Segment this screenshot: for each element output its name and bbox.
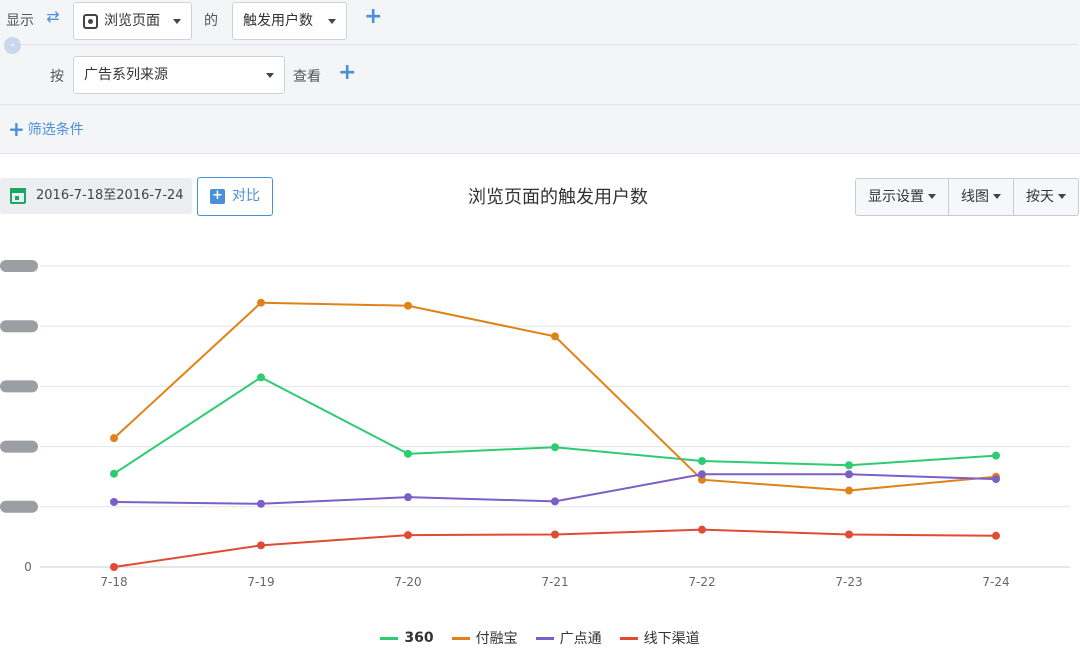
data-point (551, 530, 559, 539)
view-label: 查看 (293, 69, 321, 85)
data-point (992, 475, 1000, 484)
chevron-down-icon (173, 19, 181, 24)
chevron-down-icon (1058, 194, 1066, 199)
data-point (551, 443, 559, 452)
add-metric-icon[interactable]: + (364, 6, 382, 28)
chevron-down-icon (266, 73, 274, 78)
x-tick-label: 7-20 (394, 575, 421, 589)
data-point (257, 541, 265, 550)
data-point (257, 298, 265, 307)
y-tick-label-redacted (0, 260, 38, 272)
legend-item[interactable]: 360 (380, 628, 434, 648)
line-chart: 0 7-18 7-19 7-20 7-21 7-22 7-23 7-24 (0, 260, 1070, 589)
data-point (845, 486, 853, 495)
data-point (110, 497, 118, 506)
add-group-icon[interactable]: + (338, 62, 356, 84)
chevron-down-icon (993, 194, 1001, 199)
divider (0, 104, 1080, 105)
chart-type-label: 线图 (961, 189, 989, 205)
y-tick-label-redacted (0, 500, 38, 513)
show-label: 显示 (6, 13, 34, 29)
chevron-down-icon (928, 194, 936, 199)
swap-icon[interactable]: ⇄ (44, 8, 62, 26)
x-tick-label: 7-23 (835, 575, 862, 589)
interval-label: 按天 (1026, 189, 1054, 205)
y-tick-label-redacted (0, 440, 38, 453)
data-point (698, 470, 706, 479)
x-tick-label: 7-18 (100, 575, 127, 589)
data-point (845, 530, 853, 539)
data-point (551, 497, 559, 506)
add-filter-label: 筛选条件 (27, 122, 84, 138)
legend-swatch (380, 636, 399, 640)
interval-button[interactable]: 按天 (1014, 179, 1078, 215)
add-filter-button[interactable]: + 筛选条件 (8, 117, 84, 141)
legend-label: 广点通 (559, 631, 602, 647)
metric-dropdown-value: 触发用户数 (243, 13, 313, 29)
legend-item[interactable]: 线下渠道 (619, 628, 700, 648)
data-point (992, 531, 1000, 540)
legend-swatch (535, 636, 554, 640)
data-point (698, 457, 706, 466)
plus-icon: + (8, 117, 25, 141)
data-point (257, 499, 265, 508)
legend-item[interactable]: 广点通 (535, 628, 602, 648)
query-panel: 显示 ⇄ 浏览页面 的 触发用户数 + - 按 广告系列来源 查看 + + 筛选条… (0, 0, 1080, 154)
chevron-down-icon (328, 19, 336, 24)
series-line (113, 301, 997, 492)
of-label: 的 (204, 13, 218, 29)
legend-label: 付融宝 (475, 631, 518, 647)
legend-item[interactable]: 付融宝 (451, 628, 518, 648)
event-dropdown-value: 浏览页面 (104, 13, 160, 29)
y-tick-label-redacted (0, 380, 38, 393)
x-tick-label: 7-24 (982, 575, 1009, 589)
legend-label: 线下渠道 (643, 631, 700, 647)
data-point (404, 531, 412, 540)
chart-legend: 360 付融宝 广点通 线下渠道 (0, 628, 1080, 648)
remove-metric-icon[interactable]: - (4, 37, 21, 54)
chart-options-group: 显示设置 线图 按天 (855, 178, 1079, 216)
data-point (110, 469, 118, 478)
legend-swatch (451, 636, 470, 640)
data-point (698, 525, 706, 534)
data-point (551, 332, 559, 341)
by-label: 按 (50, 69, 64, 85)
legend-swatch (619, 636, 638, 640)
display-settings-label: 显示设置 (868, 189, 924, 205)
chart-type-button[interactable]: 线图 (949, 179, 1014, 215)
series-line (113, 376, 997, 475)
legend-label: 360 (404, 630, 434, 646)
data-point (404, 301, 412, 310)
data-point (404, 493, 412, 502)
x-tick-label: 7-19 (247, 575, 274, 589)
display-settings-button[interactable]: 显示设置 (856, 179, 949, 215)
data-point (992, 451, 1000, 460)
data-point (110, 563, 118, 571)
y-tick-label-redacted (0, 320, 38, 333)
page-view-icon (83, 14, 98, 29)
data-point (257, 373, 265, 382)
x-tick-label: 7-21 (541, 575, 568, 589)
x-tick-label: 7-22 (688, 575, 715, 589)
group-by-dropdown-value: 广告系列来源 (84, 67, 168, 83)
data-point (845, 470, 853, 479)
divider (12, 44, 1078, 45)
group-by-dropdown[interactable]: 广告系列来源 (73, 56, 285, 94)
y-tick-label: 0 (24, 560, 32, 574)
data-point (845, 461, 853, 470)
data-point (404, 449, 412, 458)
data-point (110, 434, 118, 443)
event-dropdown[interactable]: 浏览页面 (73, 2, 192, 40)
metric-dropdown[interactable]: 触发用户数 (232, 2, 347, 40)
